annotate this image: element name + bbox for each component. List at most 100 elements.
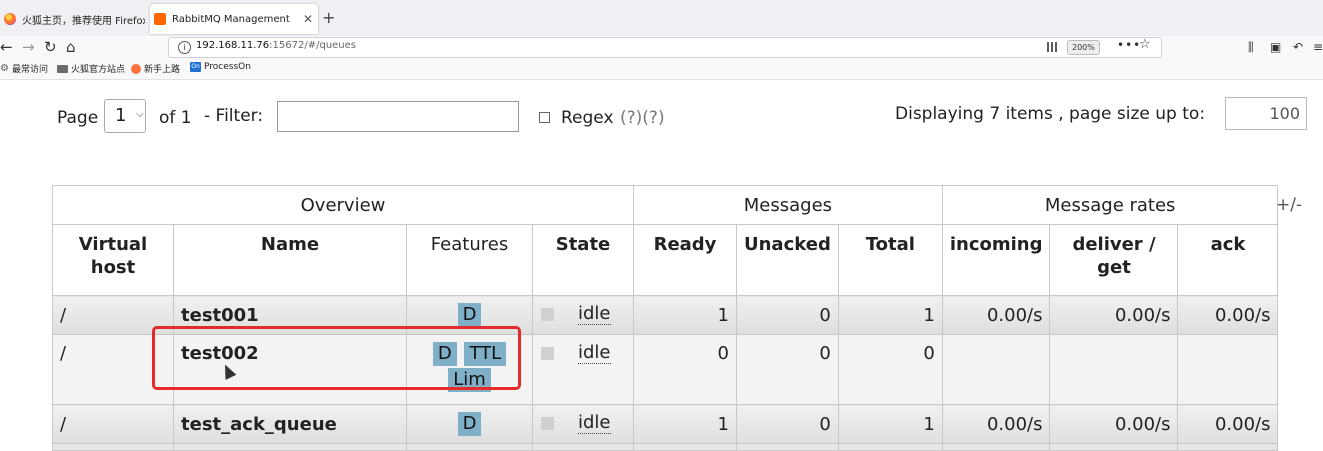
cell-ready: 1 [633,295,737,335]
state-square-icon [541,347,554,360]
bookmark-label: ProcessOn [204,62,251,72]
info-icon[interactable]: i [178,41,191,54]
url-path: :15672/#/queues [269,40,357,51]
cell-unacked: 0 [736,295,839,335]
filter-label: - Filter: [204,106,264,126]
filter-input[interactable] [277,101,519,132]
cell-empty [1049,443,1179,451]
tab-firefox-home[interactable]: 火狐主页，推荐使用 Firefox 火 [0,4,145,34]
page-select-value: 1 [115,105,127,126]
group-overview: Overview [52,185,634,225]
url-text[interactable]: 192.168.11.76:15672/#/queues [196,40,356,51]
state-square-icon [541,308,554,321]
cell-features: D [406,404,533,444]
columns-toggle-link[interactable]: +/- [1276,195,1302,215]
feature-badge-durable: D [432,342,457,366]
chevron-down-icon: ⌵ [136,109,144,120]
col-ready[interactable]: Ready [633,224,737,296]
reload-icon[interactable]: ↻ [44,37,57,57]
col-ack[interactable]: ack [1177,224,1279,296]
menu-icon[interactable]: ≡ [1313,37,1323,57]
qr-code-icon[interactable] [1047,42,1057,52]
regex-help-link[interactable]: (?)(?) [620,108,665,128]
col-deliver-get[interactable]: deliver / get [1049,224,1179,296]
firefox-icon [4,13,16,25]
cell-deliver-get: 0.00/s [1049,404,1179,444]
queue-name-link[interactable]: test_ack_queue [173,404,407,444]
forward-arrow-icon[interactable]: → [22,37,35,57]
cell-vhost: / [52,404,174,444]
queues-table: Overview Messages Message rates Virtual … [52,185,1279,451]
back-arrow-icon[interactable]: ← [0,37,13,57]
cell-features: D [406,295,533,335]
nav-bar: ← → ↻ ⌂ i 192.168.11.76:15672/#/queues 2… [0,36,1323,59]
undo-icon[interactable]: ↶ [1293,37,1303,57]
feature-badge-durable: D [457,412,482,436]
table-row[interactable]: / test002 D TTL Lim idle 0 0 0 [52,334,1279,405]
cell-incoming: 0.00/s [941,295,1051,335]
bookmark-firefox-site[interactable]: 火狐官方站点 [57,62,125,75]
page-select[interactable]: 1 ⌵ [104,99,146,133]
table-row[interactable]: / test001 D idle 1 0 1 0.00/s 0.00/s 0.0… [52,295,1279,335]
col-total[interactable]: Total [837,224,943,296]
queue-name-link[interactable]: test002 [173,334,407,405]
bookmark-getting-started[interactable]: 新手上路 [131,62,180,75]
regex-checkbox[interactable] [539,112,550,123]
rabbitmq-icon [154,13,166,25]
sidebar-icon[interactable]: ▣ [1270,37,1281,57]
bookmark-label: 火狐官方站点 [71,65,126,75]
cell-features: D TTL Lim [406,334,533,405]
cell-empty [1177,443,1279,451]
tab-title: RabbitMQ Management [172,13,290,25]
state-square-icon [541,417,554,430]
folder-icon [57,64,68,73]
cell-ready: 1 [633,404,737,444]
more-dots-icon[interactable]: ••• [1117,38,1141,52]
cell-empty [837,443,943,451]
cell-ready: 0 [633,334,737,405]
home-icon[interactable]: ⌂ [66,37,76,57]
cell-total: 1 [837,404,943,444]
new-tab-plus-icon[interactable]: + [322,8,335,27]
bookmarks-bar: ⚙ 最常访问 火狐官方站点 新手上路 On ProcessOn [0,59,1323,80]
zoom-level-badge[interactable]: 200% [1067,40,1100,55]
tab-title: 火狐主页，推荐使用 Firefox 火 [22,15,145,27]
cell-deliver-get: 0.00/s [1049,295,1179,335]
state-idle: idle [578,412,611,434]
cell-state: idle [532,334,634,405]
bookmark-most-visited[interactable]: ⚙ 最常访问 [0,62,48,75]
table-row[interactable]: / test_ack_queue D idle 1 0 1 0.00/s 0.0… [52,404,1279,444]
col-virtual-host[interactable]: Virtual host [52,224,174,296]
cell-ack: 0.00/s [1177,295,1279,335]
tab-bar: 火狐主页，推荐使用 Firefox 火 RabbitMQ Management … [0,0,1323,36]
col-name[interactable]: Name [173,224,407,296]
col-features: Features [406,224,533,296]
cell-empty [406,443,533,451]
cell-total: 1 [837,295,943,335]
cell-ack [1177,334,1279,405]
page-size-input[interactable] [1225,97,1307,130]
bookmark-processon[interactable]: On ProcessOn [190,62,251,72]
url-bar[interactable]: i 192.168.11.76:15672/#/queues 200% ••• … [168,37,1162,58]
cell-empty [52,443,174,451]
tab-rabbitmq[interactable]: RabbitMQ Management ✕ [150,4,318,34]
queue-name-link[interactable]: test001 [173,295,407,335]
state-idle: idle [578,303,611,325]
cell-state: idle [532,295,634,335]
bookmark-label: 新手上路 [144,65,181,75]
star-icon[interactable]: ☆ [1139,37,1151,52]
cell-empty [941,443,1051,451]
cell-ack: 0.00/s [1177,404,1279,444]
cell-unacked: 0 [736,334,839,405]
cell-total: 0 [837,334,943,405]
library-icon[interactable]: ⫼ [1248,37,1254,57]
regex-label: Regex [561,108,614,128]
col-incoming[interactable]: incoming [941,224,1051,296]
cell-vhost: / [52,295,174,335]
cell-state: idle [532,404,634,444]
close-icon[interactable]: ✕ [298,12,318,26]
cell-vhost: / [52,334,174,405]
group-message-rates: Message rates [941,185,1279,225]
col-unacked[interactable]: Unacked [736,224,839,296]
col-state[interactable]: State [532,224,634,296]
